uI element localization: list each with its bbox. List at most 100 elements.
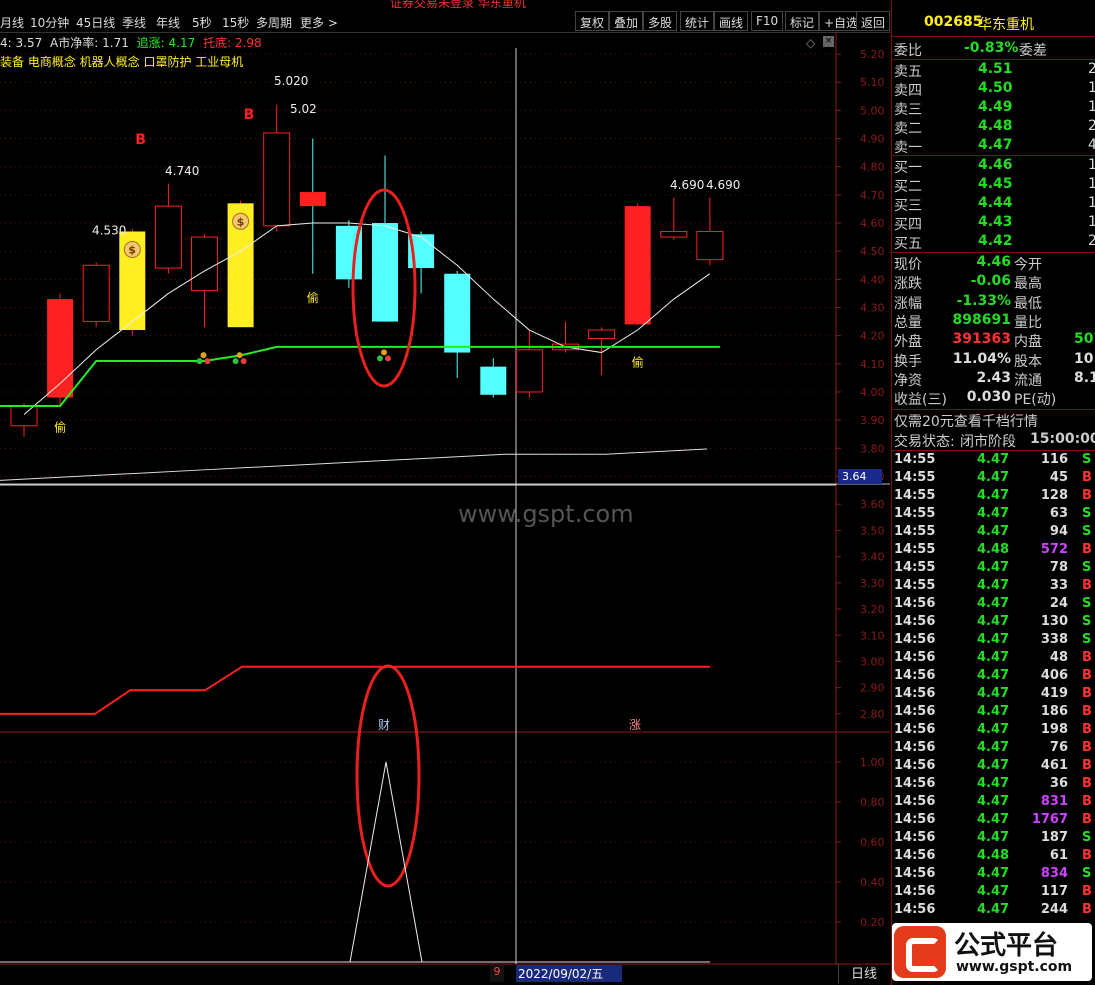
buy-level-row: 买五 4.42 2 bbox=[892, 233, 1095, 252]
tick-side: B bbox=[1082, 902, 1092, 917]
stock-name: 华东重机 bbox=[978, 17, 1034, 33]
tick-row[interactable]: 14:56 4.47 831 B bbox=[892, 794, 1095, 812]
tick-row[interactable]: 14:55 4.48 572 B bbox=[892, 542, 1095, 560]
tick-side: B bbox=[1082, 812, 1092, 827]
tick-row[interactable]: 14:55 4.47 78 S bbox=[892, 560, 1095, 578]
tick-row[interactable]: 14:56 4.47 338 S bbox=[892, 632, 1095, 650]
tick-side: B bbox=[1082, 848, 1092, 863]
kline-chart-area[interactable]: 5.20 5.10 5.00 4.90 4.80 4.70 4.60 4.50 4.40 4.30… bbox=[0, 32, 890, 985]
buy-level-price: 4.44 bbox=[978, 195, 1013, 211]
tick-price: 4.47 bbox=[977, 794, 1010, 809]
tick-row[interactable]: 14:56 4.48 61 B bbox=[892, 848, 1095, 866]
sell-level-label: 卖五 bbox=[894, 64, 922, 80]
tick-time: 14:55 bbox=[894, 452, 936, 467]
tick-row[interactable]: 14:55 4.47 116 S bbox=[892, 452, 1095, 470]
return-button[interactable]: 返回 bbox=[856, 11, 891, 31]
tick-side: B bbox=[1082, 686, 1092, 701]
sell-level-row: 卖四 4.50 1 bbox=[892, 80, 1095, 99]
tab-10min[interactable]: 10分钟 bbox=[30, 14, 69, 31]
tick-volume: 186 bbox=[1040, 704, 1068, 719]
tick-row[interactable]: 14:55 4.47 128 B bbox=[892, 488, 1095, 506]
buy-level-price: 4.45 bbox=[978, 176, 1013, 192]
high-price-label: 5.02 bbox=[290, 102, 317, 116]
status-row: 交易状态: 闭市阶段 15:00:00 bbox=[892, 431, 1095, 450]
stat-value: 2.43 bbox=[976, 369, 1011, 386]
stat-label: 收益(三) bbox=[894, 392, 947, 409]
sell-level-row: 卖三 4.49 1 bbox=[892, 99, 1095, 118]
tick-row[interactable]: 14:56 4.47 187 S bbox=[892, 830, 1095, 848]
tick-price: 4.47 bbox=[977, 884, 1010, 899]
y-tick-label: 3.80 bbox=[860, 442, 885, 455]
tab-15sec[interactable]: 15秒 bbox=[222, 14, 249, 31]
tab-5sec[interactable]: 5秒 bbox=[192, 14, 212, 31]
concept-tags: 装备 电商概念 机器人概念 口罩防护 工业母机 bbox=[0, 55, 244, 69]
diamond-icon[interactable]: ◇ bbox=[806, 36, 815, 50]
tick-row[interactable]: 14:56 4.47 461 B bbox=[892, 758, 1095, 776]
tick-row[interactable]: 14:56 4.47 76 B bbox=[892, 740, 1095, 758]
sell-level-volume: 1 bbox=[1088, 99, 1095, 115]
tick-row[interactable]: 14:56 4.47 406 B bbox=[892, 668, 1095, 686]
sell-level-volume: 2 bbox=[1088, 118, 1095, 134]
tick-row[interactable]: 14:56 4.47 834 S bbox=[892, 866, 1095, 884]
sell-level-row: 卖五 4.51 2 bbox=[892, 61, 1095, 80]
tick-row[interactable]: 14:56 4.47 1767 B bbox=[892, 812, 1095, 830]
promo-text[interactable]: 仅需20元查看千档行情 bbox=[894, 411, 1038, 431]
gspt-watermark: 公式平台 www.gspt.com bbox=[892, 923, 1092, 981]
day-period-tab[interactable]: 日线 bbox=[838, 963, 890, 983]
tick-row[interactable]: 14:55 4.47 33 B bbox=[892, 578, 1095, 596]
tick-price: 4.47 bbox=[977, 470, 1010, 485]
tick-row[interactable]: 14:56 4.47 186 B bbox=[892, 704, 1095, 722]
buy-level-label: 买二 bbox=[894, 179, 922, 195]
y-tick-label: 2.90 bbox=[860, 682, 885, 695]
sell-level-label: 卖四 bbox=[894, 83, 922, 99]
tick-row[interactable]: 14:55 4.47 63 S bbox=[892, 506, 1095, 524]
tick-row[interactable]: 14:56 4.47 36 B bbox=[892, 776, 1095, 794]
y-tick-label: 0.20 bbox=[860, 916, 885, 929]
tick-time: 14:56 bbox=[894, 848, 936, 863]
stats-button[interactable]: 统计 bbox=[680, 11, 715, 31]
f10-button[interactable]: F10 bbox=[751, 11, 784, 31]
y-tick-label: 3.50 bbox=[860, 524, 885, 537]
tick-row[interactable]: 14:55 4.47 94 S bbox=[892, 524, 1095, 542]
tick-row[interactable]: 14:56 4.47 198 B bbox=[892, 722, 1095, 740]
price-label: 4.740 bbox=[165, 164, 199, 178]
annotation-circle bbox=[355, 664, 421, 888]
y-tick-label: 3.90 bbox=[860, 414, 885, 427]
tou-signal-label: 偷 bbox=[307, 290, 319, 305]
kline-chart[interactable]: 5.20 5.10 5.00 4.90 4.80 4.70 4.60 4.50 4.40 4.30… bbox=[0, 32, 890, 985]
tick-row[interactable]: 14:56 4.47 48 B bbox=[892, 650, 1095, 668]
tick-price: 4.47 bbox=[977, 668, 1010, 683]
tick-time: 14:56 bbox=[894, 668, 936, 683]
close-icon[interactable]: × bbox=[823, 36, 834, 47]
promo-row[interactable]: 仅需20元查看千档行情 bbox=[892, 411, 1095, 430]
overlay-button[interactable]: 叠加 bbox=[609, 11, 644, 31]
draw-line-button[interactable]: 画线 bbox=[714, 11, 749, 31]
tab-more[interactable]: 更多 > bbox=[300, 14, 338, 31]
tab-45day[interactable]: 45日线 bbox=[76, 14, 115, 31]
adjust-button[interactable]: 复权 bbox=[575, 11, 610, 31]
y-tick-label: 0.40 bbox=[860, 876, 885, 889]
tab-quarter[interactable]: 季线 bbox=[122, 14, 146, 31]
tick-row[interactable]: 14:56 4.47 117 B bbox=[892, 884, 1095, 902]
tick-row[interactable]: 14:56 4.47 130 S bbox=[892, 614, 1095, 632]
tick-price: 4.47 bbox=[977, 488, 1010, 503]
tick-row[interactable]: 14:56 4.47 244 B bbox=[892, 902, 1095, 920]
multi-stock-button[interactable]: 多股 bbox=[643, 11, 678, 31]
pb-ratio-label: A市净率: 1.71 bbox=[50, 36, 129, 50]
tick-price: 4.47 bbox=[977, 524, 1010, 539]
tick-row[interactable]: 14:55 4.47 45 B bbox=[892, 470, 1095, 488]
tick-side: B bbox=[1082, 488, 1092, 503]
tab-multi-period[interactable]: 多周期 bbox=[256, 14, 292, 31]
tick-time: 14:56 bbox=[894, 614, 936, 629]
tick-row[interactable]: 14:56 4.47 24 S bbox=[892, 596, 1095, 614]
stat-label: 涨幅 bbox=[894, 295, 922, 312]
tick-row[interactable]: 14:56 4.47 419 B bbox=[892, 686, 1095, 704]
tab-year[interactable]: 年线 bbox=[156, 14, 180, 31]
tick-time: 14:56 bbox=[894, 704, 936, 719]
buy-level-row: 买四 4.43 1 bbox=[892, 214, 1095, 233]
buy-level-price: 4.46 bbox=[978, 157, 1013, 173]
tab-month[interactable]: 月线 bbox=[0, 14, 24, 31]
watermark-title: 公式平台 bbox=[954, 931, 1059, 961]
mark-button[interactable]: 标记 bbox=[785, 11, 820, 31]
weibi-label: 委比 bbox=[894, 43, 922, 59]
